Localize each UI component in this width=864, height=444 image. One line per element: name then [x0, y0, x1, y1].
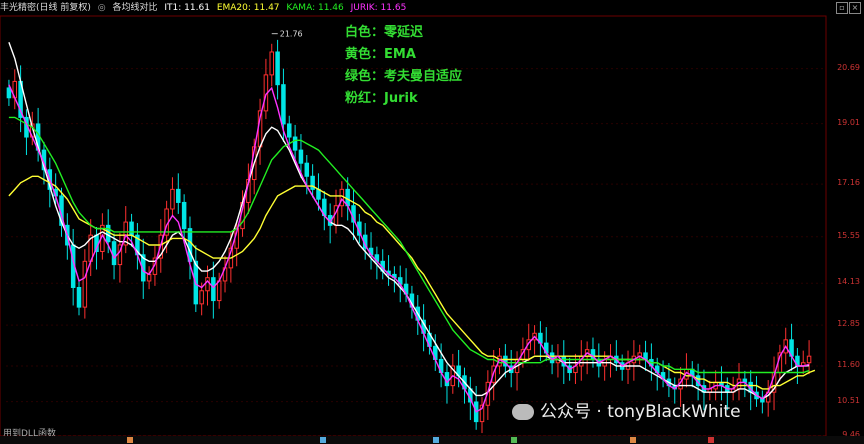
header-value-jurik: JURIK: 11.65	[350, 3, 407, 13]
stock-name[interactable]: 丰光精密(日线 前复权)	[0, 3, 91, 13]
event-marker-icon[interactable]	[127, 437, 133, 443]
candle-body[interactable]	[146, 273, 152, 282]
candle-body[interactable]	[211, 277, 216, 302]
candle-body[interactable]	[292, 136, 298, 151]
y-tick-label: 12.85	[837, 319, 860, 329]
wechat-icon	[512, 404, 534, 420]
candle-body[interactable]	[176, 188, 181, 203]
event-marker-icon[interactable]	[433, 437, 439, 443]
candle-body[interactable]	[205, 277, 210, 292]
toggle-icon[interactable]: ◎	[98, 3, 106, 13]
candle-body[interactable]	[129, 221, 134, 236]
legend-note-line: 白色：零延迟	[345, 25, 424, 40]
candle-body[interactable]	[345, 188, 350, 207]
candle-body[interactable]	[216, 280, 222, 302]
candle-body[interactable]	[281, 84, 286, 125]
y-tick-label: 14.13	[837, 277, 860, 287]
y-tick-label: 19.01	[837, 117, 860, 127]
candle-body[interactable]	[82, 260, 88, 308]
candle-body[interactable]	[6, 87, 12, 99]
candle-body[interactable]	[187, 228, 193, 262]
event-marker-icon[interactable]	[320, 437, 326, 443]
candle-body[interactable]	[287, 123, 292, 138]
indicator-title: 各均线对比	[112, 3, 158, 13]
legend-note-line: 粉红：Jurik	[345, 91, 418, 106]
y-tick-label: 10.51	[837, 395, 860, 405]
header-value-kama: KAMA: 11.46	[286, 3, 344, 13]
candle-body[interactable]	[298, 149, 304, 164]
y-tick-label: 17.16	[837, 178, 860, 188]
candle-body[interactable]	[275, 51, 280, 86]
price-annotation: 21.76	[280, 30, 303, 39]
candle-body[interactable]	[199, 290, 204, 305]
candle-body[interactable]	[269, 51, 274, 76]
event-marker-icon[interactable]	[630, 437, 636, 443]
header-value-it1: IT1: 11.61	[164, 3, 210, 13]
legend-note: 白色：零延迟 黄色：EMA 绿色：考夫曼自适应 粉红：Jurik	[345, 22, 462, 110]
candle-body[interactable]	[304, 162, 310, 177]
y-tick-label: 11.60	[837, 360, 860, 369]
candle-body[interactable]	[105, 224, 111, 243]
y-tick-label: 20.69	[837, 62, 860, 72]
event-marker-icon[interactable]	[708, 437, 714, 443]
close-icon[interactable]: ×	[849, 2, 861, 14]
candle-body[interactable]	[806, 355, 812, 364]
settings-icon[interactable]: ▫	[836, 2, 848, 14]
legend-note-line: 绿色：考夫曼自适应	[345, 69, 463, 84]
candle-body[interactable]	[181, 201, 187, 230]
y-tick-label: 15.55	[837, 230, 860, 240]
watermark-text: 公众号 · tonyBlackWhite	[540, 402, 741, 422]
watermark: 公众号 · tonyBlackWhite	[512, 397, 741, 422]
candle-body[interactable]	[170, 188, 175, 210]
header-value-ema20: EMA20: 11.47	[216, 3, 280, 13]
indicator-header: 丰光精密(日线 前复权) ◎ 各均线对比 IT1: 11.61 EMA20: 1…	[0, 0, 864, 16]
candle-body[interactable]	[111, 241, 117, 266]
event-marker-icon[interactable]	[511, 437, 517, 443]
legend-note-line: 黄色：EMA	[345, 47, 416, 62]
candle-body[interactable]	[76, 286, 82, 308]
